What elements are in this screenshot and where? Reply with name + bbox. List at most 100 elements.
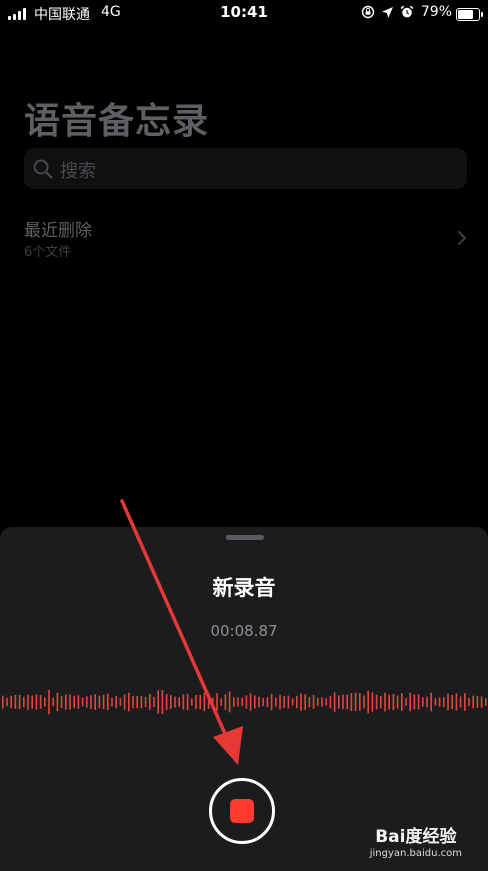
waveform-bar xyxy=(354,692,357,712)
waveform-bar xyxy=(161,689,164,714)
waveform-bar xyxy=(485,698,487,706)
folder-file-count: 6个文件 xyxy=(24,245,72,260)
folder-row-recently-deleted[interactable]: 最近删除 6个文件 xyxy=(24,216,467,262)
orientation-lock-icon xyxy=(361,5,375,19)
folder-name: 最近删除 xyxy=(24,221,92,241)
waveform-bar xyxy=(203,692,206,712)
waveform-bar xyxy=(60,696,63,708)
waveform-bar xyxy=(149,694,151,710)
waveform-bar xyxy=(35,694,38,710)
waveform-bar xyxy=(371,692,374,712)
waveform-bar xyxy=(81,697,84,707)
waveform-bar xyxy=(275,697,277,707)
stop-icon xyxy=(230,799,254,823)
recording-elapsed-time: 00:08.87 xyxy=(210,622,278,640)
waveform-bar xyxy=(165,694,168,710)
chevron-right-icon xyxy=(458,231,466,245)
waveform-bar xyxy=(380,695,382,709)
waveform-bar xyxy=(10,695,12,709)
waveform-bar xyxy=(52,697,54,707)
waveform-bar xyxy=(94,694,96,710)
waveform-bar xyxy=(270,693,273,711)
waveform-bar xyxy=(468,698,470,706)
waveform-bar xyxy=(329,695,332,709)
waveform-bar xyxy=(27,694,29,710)
waveform-bar xyxy=(90,695,92,709)
waveform-bar xyxy=(384,692,386,712)
waveform-bar xyxy=(422,697,424,707)
waveform-bar xyxy=(434,698,437,706)
waveform-bar xyxy=(241,698,243,706)
battery-icon xyxy=(456,8,483,21)
waveform-bar xyxy=(300,693,302,711)
waveform-bar xyxy=(23,696,25,708)
waveform-bar xyxy=(31,695,33,709)
waveform-bar xyxy=(350,693,353,711)
voice-memos-screen: 中国联通 4G 10:41 79% 语音备忘录 搜索 最近删除 6个文件 新录音… xyxy=(0,0,488,871)
waveform-bar xyxy=(77,695,80,709)
recording-waveform xyxy=(2,689,487,715)
waveform-bar xyxy=(224,694,227,710)
waveform-bar xyxy=(396,695,399,709)
waveform-bar xyxy=(2,695,4,709)
waveform-bar xyxy=(304,694,306,710)
waveform-bar xyxy=(140,695,143,709)
search-bar[interactable]: 搜索 xyxy=(24,148,467,189)
waveform-bar xyxy=(346,694,348,710)
waveform-bar xyxy=(413,694,416,710)
waveform-bar xyxy=(132,695,134,709)
waveform-bar xyxy=(174,696,176,708)
waveform-bar xyxy=(405,698,407,706)
waveform-bar xyxy=(249,693,252,711)
waveform-bar xyxy=(65,694,67,710)
waveform-bar xyxy=(186,693,189,711)
waveform-bar xyxy=(73,695,75,709)
waveform-bar xyxy=(207,695,210,709)
watermark-logo: Bai度经验 xyxy=(375,827,457,847)
watermark-url: jingyan.baidu.com xyxy=(369,848,462,859)
waveform-bar xyxy=(296,695,298,709)
waveform-bar xyxy=(157,690,159,714)
waveform-bar xyxy=(48,689,50,715)
recording-sheet: 新录音 00:08.87 xyxy=(0,527,488,871)
waveform-bar xyxy=(69,694,71,710)
waveform-bar xyxy=(191,698,193,706)
waveform-bar xyxy=(14,695,17,709)
waveform-bar xyxy=(115,695,117,709)
waveform-bar xyxy=(476,696,479,708)
waveform-bar xyxy=(438,697,441,707)
waveform-bar xyxy=(321,697,323,707)
sheet-grabber-handle[interactable] xyxy=(226,535,264,540)
waveform-bar xyxy=(417,694,420,710)
waveform-bar xyxy=(153,696,155,708)
waveform-bar xyxy=(86,696,88,708)
alarm-icon xyxy=(400,5,414,18)
waveform-bar xyxy=(44,697,46,707)
waveform-bar xyxy=(266,697,269,707)
waveform-bar xyxy=(388,694,390,710)
waveform-bar xyxy=(199,695,201,710)
waveform-bar xyxy=(451,694,453,710)
recording-title[interactable]: 新录音 xyxy=(0,572,488,602)
waveform-bar xyxy=(409,692,411,712)
waveform-bar xyxy=(279,694,281,710)
waveform-bar xyxy=(6,697,8,707)
waveform-bar xyxy=(237,697,239,707)
waveform-bar xyxy=(102,694,105,710)
waveform-bar xyxy=(447,693,449,711)
location-arrow-icon xyxy=(382,6,393,18)
waveform-bar xyxy=(123,694,126,710)
waveform-bar xyxy=(459,696,462,708)
stop-recording-button[interactable] xyxy=(209,778,275,844)
waveform-bar xyxy=(392,694,395,710)
waveform-bar xyxy=(98,695,101,709)
waveform-bar xyxy=(182,694,185,710)
waveform-bar xyxy=(426,696,428,708)
waveform-bar xyxy=(262,698,264,706)
waveform-bar xyxy=(119,698,122,706)
waveform-bar xyxy=(170,695,172,709)
waveform-bar xyxy=(430,692,432,712)
waveform-bar xyxy=(333,692,336,712)
waveform-bar xyxy=(363,695,365,709)
status-bar: 中国联通 4G 10:41 79% xyxy=(0,0,488,26)
